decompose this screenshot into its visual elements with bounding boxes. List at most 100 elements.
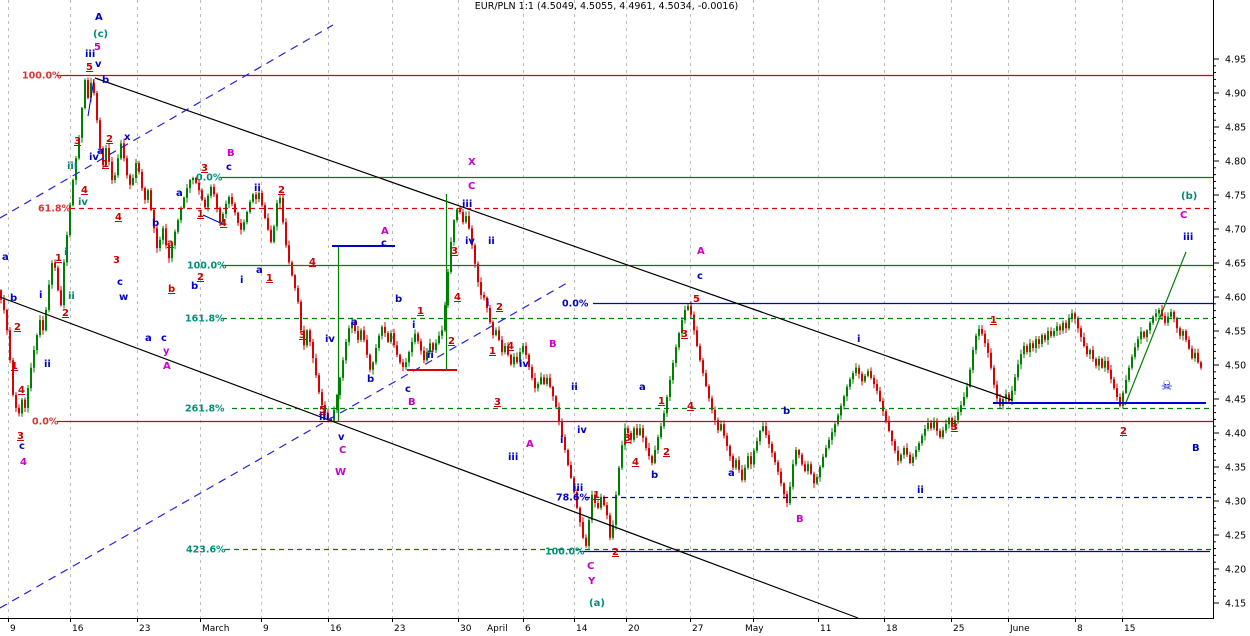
wave-label[interactable]: iii <box>319 412 329 423</box>
wave-label[interactable]: 2 <box>197 272 204 283</box>
trend-line-up-dashed-lower[interactable] <box>0 282 568 609</box>
wave-label[interactable]: a <box>176 188 183 199</box>
wave-label[interactable]: A <box>95 12 103 23</box>
wave-label[interactable]: 1 <box>102 159 109 170</box>
wave-label[interactable]: (c) <box>93 29 108 40</box>
wave-label[interactable]: 3 <box>494 397 501 408</box>
wave-label[interactable]: a <box>639 382 646 393</box>
wave-label[interactable]: B <box>227 148 235 159</box>
wave-label[interactable]: 4 <box>454 292 461 303</box>
wave-label[interactable]: i <box>486 298 489 309</box>
wave-label[interactable]: w <box>119 292 128 303</box>
wave-label[interactable]: 4 <box>220 218 227 229</box>
trend-line-down-channel-upper[interactable] <box>94 77 1013 401</box>
wave-label[interactable]: 4 <box>632 457 639 468</box>
wave-label[interactable]: 1 <box>417 306 424 317</box>
wave-label[interactable]: 1 <box>55 253 62 264</box>
wave-label[interactable]: iv <box>78 197 88 208</box>
wave-label[interactable]: 4 <box>81 185 88 196</box>
wave-label[interactable]: i <box>240 275 243 286</box>
wave-label[interactable]: B <box>549 339 557 350</box>
wave-label[interactable]: 1 <box>990 315 997 326</box>
wave-label[interactable]: iv <box>577 425 587 436</box>
wave-label[interactable]: (a) <box>589 598 605 609</box>
wave-label[interactable]: i <box>560 435 563 446</box>
wave-label[interactable]: iv <box>89 152 99 163</box>
wave-label[interactable]: W <box>335 467 346 478</box>
wave-label[interactable]: A <box>163 361 171 372</box>
wave-label[interactable]: 2 <box>14 322 21 333</box>
wave-label[interactable]: a <box>256 265 263 276</box>
wave-label[interactable]: 3 <box>624 433 631 444</box>
wave-label[interactable]: iii <box>573 483 583 494</box>
wave-label[interactable]: ii <box>44 359 51 370</box>
wave-label[interactable]: a <box>167 238 174 249</box>
wave-label[interactable]: b <box>367 374 374 385</box>
wave-label[interactable]: 2 <box>106 134 113 145</box>
wave-label[interactable]: 2 <box>612 547 619 558</box>
wave-label[interactable]: 4 <box>20 457 27 468</box>
wave-label[interactable]: b <box>395 294 402 305</box>
wave-label[interactable]: Y <box>587 576 596 587</box>
wave-label[interactable]: b <box>152 218 159 229</box>
wave-label[interactable]: B <box>408 397 416 408</box>
wave-label[interactable]: ii <box>571 382 578 393</box>
wave-label[interactable]: 5 <box>693 294 700 305</box>
wave-label[interactable]: c <box>697 271 703 282</box>
wave-label[interactable]: X <box>468 157 476 168</box>
wave-label[interactable]: iii <box>1183 232 1193 243</box>
wave-label[interactable]: c <box>226 162 232 173</box>
wave-label[interactable]: 3 <box>681 329 688 340</box>
wave-label[interactable]: A <box>381 226 389 237</box>
wave-label[interactable]: iii <box>462 199 472 210</box>
wave-label[interactable]: B <box>796 514 804 525</box>
wave-label[interactable]: 1 <box>593 490 600 501</box>
wave-label[interactable]: 2 <box>62 308 69 319</box>
wave-label[interactable]: iii <box>85 49 95 60</box>
wave-label[interactable]: ii <box>68 291 75 302</box>
wave-label[interactable]: 4 <box>115 212 122 223</box>
wave-label[interactable]: 2 <box>663 447 670 458</box>
wave-label[interactable]: 4 <box>507 341 514 352</box>
wave-label[interactable]: iv <box>325 334 335 345</box>
wave-label[interactable]: c <box>117 277 123 288</box>
wave-label[interactable]: v <box>95 59 102 70</box>
wave-label[interactable]: b <box>102 75 109 86</box>
wave-label[interactable]: C <box>1180 210 1187 221</box>
wave-label[interactable]: 3 <box>451 246 458 257</box>
wave-label[interactable]: c <box>161 333 167 344</box>
wave-label[interactable]: iv <box>519 359 529 370</box>
wave-label[interactable]: a <box>728 468 735 479</box>
wave-label[interactable]: i <box>39 290 42 301</box>
wave-label[interactable]: c <box>19 441 25 452</box>
wave-label[interactable]: 4 <box>18 385 25 396</box>
wave-label[interactable]: ii <box>488 236 495 247</box>
wave-label[interactable]: i <box>412 320 415 331</box>
wave-label[interactable]: 4 <box>687 401 694 412</box>
wave-label[interactable]: 3 <box>113 255 120 266</box>
wave-label[interactable]: b <box>783 406 790 417</box>
wave-label[interactable]: 2 <box>1120 426 1127 437</box>
wave-label[interactable]: a <box>351 317 358 328</box>
wave-label[interactable]: b <box>651 470 658 481</box>
wave-label[interactable]: 3 <box>951 422 958 433</box>
wave-label[interactable]: i <box>64 247 67 258</box>
wave-label[interactable]: ii <box>917 485 924 496</box>
price-chart-canvas[interactable]: 100.0%61.8%0.0%0.0%100.0%161.8%261.8%423… <box>0 0 1250 636</box>
wave-label[interactable]: 5 <box>86 62 93 73</box>
wave-label[interactable]: iii <box>508 452 518 463</box>
wave-label[interactable]: iii <box>67 161 77 172</box>
wave-label[interactable]: 2 <box>496 302 503 313</box>
wave-label[interactable]: B <box>1192 443 1200 454</box>
drawn-segments[interactable] <box>87 78 1206 421</box>
wave-label[interactable]: 3 <box>201 163 208 174</box>
wave-label[interactable]: ii <box>254 183 261 194</box>
wave-label[interactable]: 1 <box>266 273 273 284</box>
wave-label[interactable]: b <box>10 293 17 304</box>
wave-label[interactable]: A <box>526 439 534 450</box>
wave-label[interactable]: ii <box>427 350 434 361</box>
wave-label[interactable]: iv <box>465 236 475 247</box>
wave-label[interactable]: a <box>2 252 9 263</box>
wave-label[interactable]: (b) <box>1181 191 1197 202</box>
wave-label[interactable]: b <box>168 284 175 295</box>
